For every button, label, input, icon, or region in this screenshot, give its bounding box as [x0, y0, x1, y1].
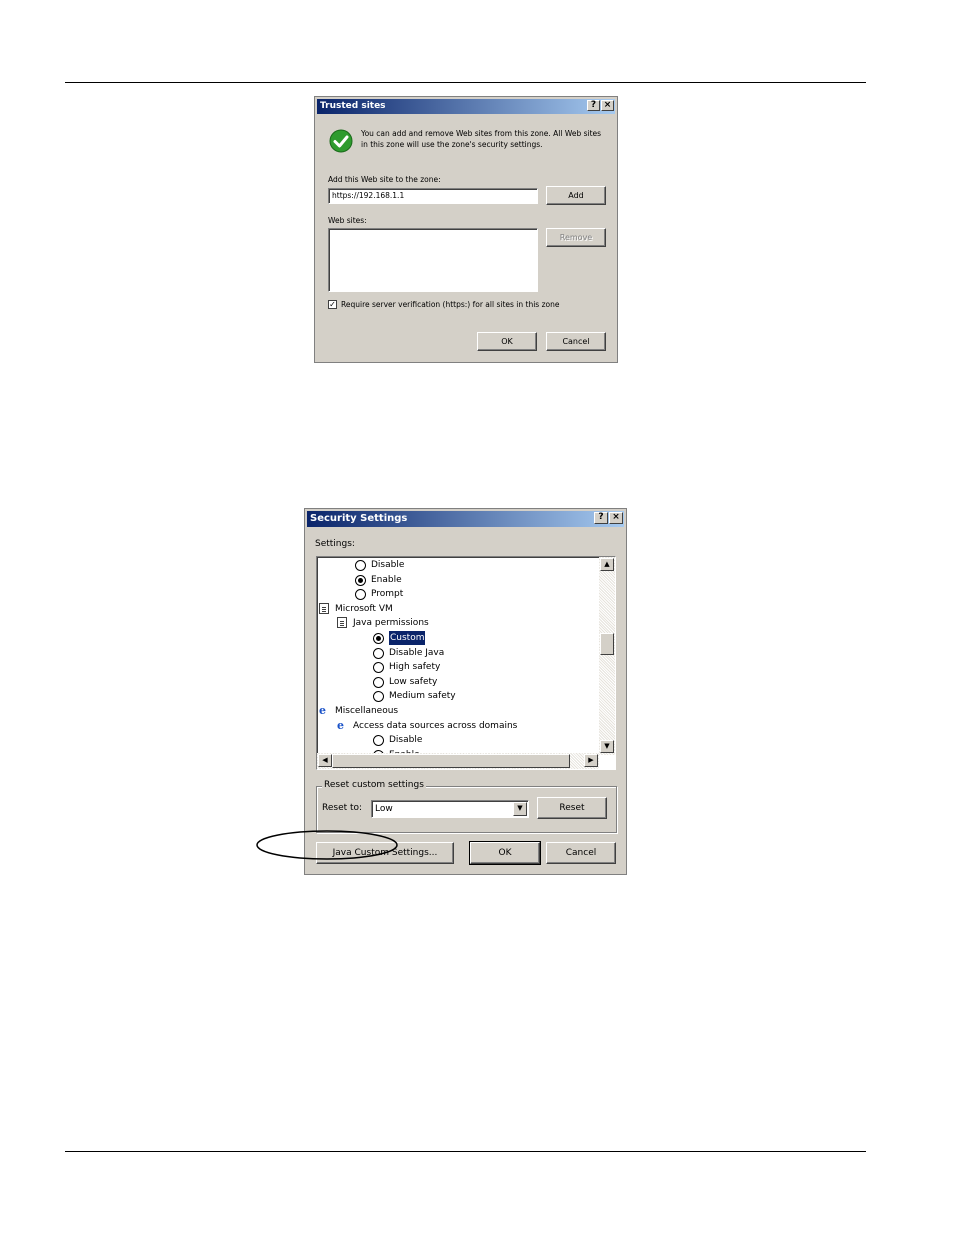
radio-unchecked-icon[interactable] [355, 589, 366, 601]
reset-to-value: Low [375, 804, 393, 814]
settings-tree[interactable]: Disable Enable Prompt Microsoft VM Java perm… [316, 556, 616, 770]
setting-label: High safety [389, 662, 441, 673]
setting-label: Low safety [389, 676, 438, 687]
scroll-left-button[interactable]: ◀ [318, 754, 332, 767]
remove-button[interactable]: Remove [546, 228, 606, 247]
info-text-line2: in this zone will use the zone's securit… [361, 140, 543, 149]
internet-explorer-icon: e [337, 718, 344, 732]
add-site-value: https://192.168.1.1 [332, 191, 405, 200]
radio-unchecked-icon[interactable] [373, 647, 384, 659]
radio-unchecked-icon[interactable] [373, 691, 384, 703]
require-verification-label: Require server verification (https:) for… [341, 300, 560, 309]
radio-checked-icon[interactable] [355, 574, 366, 586]
setting-label: Disable [371, 560, 405, 570]
setting-label: Prompt [371, 589, 404, 600]
chevron-down-icon[interactable]: ▼ [513, 802, 527, 816]
close-button[interactable]: × [609, 512, 623, 524]
security-settings-titlebar[interactable]: Security Settings ? × [307, 511, 624, 527]
radio-unchecked-icon[interactable] [373, 735, 384, 747]
bottom-rule [65, 1151, 866, 1152]
vertical-scrollbar[interactable]: ▲ ▼ [599, 557, 615, 755]
settings-label: Settings: [315, 539, 355, 549]
top-rule [65, 82, 866, 83]
radio-unchecked-icon[interactable] [373, 676, 384, 688]
reset-to-label: Reset to: [322, 803, 363, 813]
radio-checked-icon[interactable] [373, 633, 384, 644]
radio-unchecked-icon[interactable] [355, 560, 366, 571]
internet-explorer-icon: e [319, 704, 326, 717]
document-settings-icon [337, 617, 347, 629]
radio-unchecked-icon[interactable] [373, 662, 384, 674]
setting-label: Disable Java [389, 647, 445, 658]
ok-button[interactable]: OK [469, 841, 541, 865]
reset-group-label: Reset custom settings [322, 780, 426, 790]
help-button[interactable]: ? [594, 512, 608, 524]
close-button[interactable]: × [601, 100, 614, 111]
help-button[interactable]: ? [587, 100, 600, 111]
ok-button[interactable]: OK [477, 332, 537, 351]
setting-label: Miscellaneous [335, 706, 399, 716]
info-text-line1: You can add and remove Web sites from th… [361, 129, 602, 138]
websites-label: Web sites: [328, 216, 367, 225]
scroll-down-button[interactable]: ▼ [600, 740, 614, 753]
scroll-up-button[interactable]: ▲ [600, 558, 614, 571]
trusted-sites-title: Trusted sites [320, 101, 386, 111]
setting-label: Medium safety [389, 691, 456, 702]
setting-label: Enable [371, 574, 402, 585]
green-check-icon [329, 129, 353, 153]
trusted-sites-dialog: Trusted sites ? × You can add and remove… [314, 96, 618, 363]
scroll-right-button[interactable]: ▶ [584, 754, 598, 767]
require-verification-checkbox[interactable]: ✓ [328, 300, 337, 309]
setting-label: Java permissions [353, 618, 429, 629]
settings-tree-items: Disable Enable Prompt Microsoft VM Java perm… [317, 557, 599, 757]
hscroll-thumb[interactable] [332, 754, 570, 768]
security-settings-title: Security Settings [310, 513, 408, 524]
add-site-input[interactable]: https://192.168.1.1 [328, 188, 538, 204]
document-settings-icon [319, 602, 329, 614]
security-settings-dialog: Security Settings ? × Settings: Disable E… [304, 508, 627, 875]
cancel-button[interactable]: Cancel [546, 332, 606, 351]
reset-to-select[interactable]: Low ▼ [371, 800, 529, 818]
horizontal-scrollbar[interactable]: ◀ ▶ [317, 753, 599, 769]
setting-label: Disable [389, 735, 423, 746]
highlight-ellipse [256, 830, 398, 860]
add-site-label: Add this Web site to the zone: [328, 175, 441, 184]
scroll-thumb[interactable] [600, 633, 614, 655]
setting-label: Custom [389, 631, 426, 645]
cancel-button[interactable]: Cancel [546, 842, 616, 864]
add-button[interactable]: Add [546, 186, 606, 205]
trusted-sites-titlebar[interactable]: Trusted sites ? × [317, 99, 615, 114]
setting-label: Microsoft VM [335, 603, 393, 614]
setting-label: Access data sources across domains [353, 720, 518, 731]
reset-button[interactable]: Reset [537, 797, 607, 819]
websites-list[interactable] [328, 228, 538, 292]
